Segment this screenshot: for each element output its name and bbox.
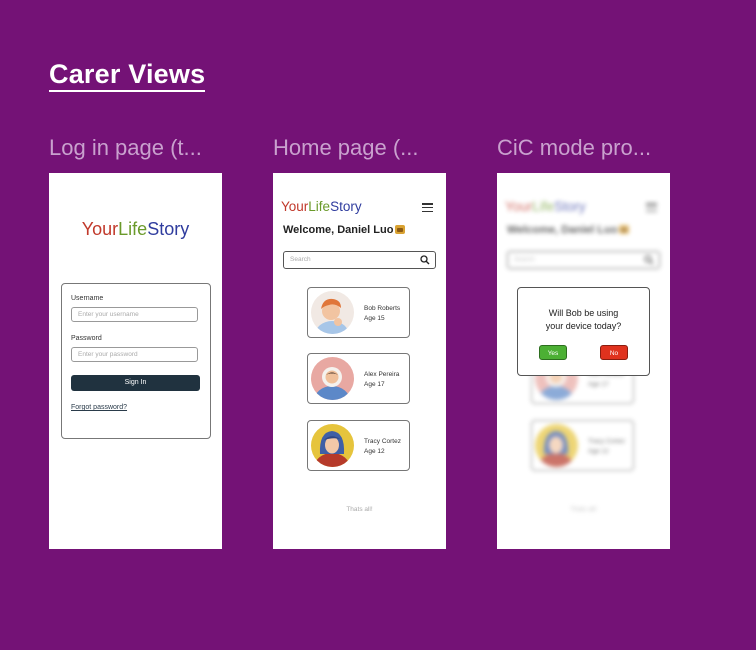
avatar (535, 424, 578, 467)
home-frame: YourLifeStory Welcome, Daniel Luo Search… (273, 173, 446, 549)
login-card: Username Enter your username Password En… (61, 283, 211, 439)
search-icon (644, 255, 654, 265)
avatar (311, 424, 354, 467)
section-title: Carer Views (49, 58, 206, 92)
child-name: Tracy Cortez (364, 438, 401, 445)
child-name: Bob Roberts (364, 305, 401, 312)
login-frame: YourLifeStory Username Enter your userna… (49, 173, 222, 549)
emoji-icon (619, 225, 630, 234)
app-logo: YourLifeStory (281, 199, 362, 214)
child-card-tracy: Tracy Cortez Age 12 (531, 420, 634, 471)
child-age: Age 15 (364, 315, 385, 322)
frame-label-cic: CiC mode pro... (497, 135, 652, 160)
child-card-bob[interactable]: Bob Roberts Age 15 (307, 287, 410, 338)
emoji-icon (395, 225, 406, 234)
frame-label-login: Log in page (t... (49, 135, 202, 160)
username-label: Username (71, 295, 104, 302)
dialog-question: Will Bob be using your device today? (545, 308, 622, 331)
list-end-text: Thats all! (570, 506, 597, 513)
hamburger-menu-icon (646, 203, 657, 213)
yes-button[interactable]: Yes (539, 345, 567, 360)
hamburger-menu-icon[interactable] (422, 203, 433, 213)
list-end-text: Thats all! (346, 506, 373, 513)
cic-frame: YourLifeStory Welcome, Daniel Luo Search (497, 173, 670, 549)
child-age: Age 12 (364, 448, 385, 455)
avatar (311, 357, 354, 400)
child-name: Alex Pereira (364, 371, 400, 378)
app-logo: YourLifeStory (505, 199, 586, 214)
child-age: Age 17 (588, 381, 609, 388)
search-icon[interactable] (420, 255, 430, 265)
app-logo: YourLifeStory (81, 219, 190, 239)
username-input[interactable]: Enter your username (71, 307, 198, 322)
search-input: Search (507, 251, 660, 269)
device-usage-dialog: Will Bob be using your device today? Yes … (517, 287, 650, 376)
child-age: Age 12 (588, 448, 609, 455)
child-name: Tracy Cortez (588, 438, 625, 445)
child-card-tracy[interactable]: Tracy Cortez Age 12 (307, 420, 410, 471)
frame-label-home: Home page (... (273, 135, 419, 160)
forgot-password-link[interactable]: Forgot password? (71, 404, 127, 411)
sign-in-button[interactable]: Sign In (71, 375, 200, 391)
password-label: Password (71, 335, 102, 342)
search-input[interactable]: Search (283, 251, 436, 269)
child-card-alex[interactable]: Alex Pereira Age 17 (307, 353, 410, 404)
welcome-heading: Welcome, Daniel Luo (283, 224, 406, 236)
password-input[interactable]: Enter your password (71, 347, 198, 362)
welcome-heading: Welcome, Daniel Luo (507, 224, 630, 236)
no-button[interactable]: No (600, 345, 628, 360)
avatar (311, 291, 354, 334)
child-age: Age 17 (364, 381, 385, 388)
